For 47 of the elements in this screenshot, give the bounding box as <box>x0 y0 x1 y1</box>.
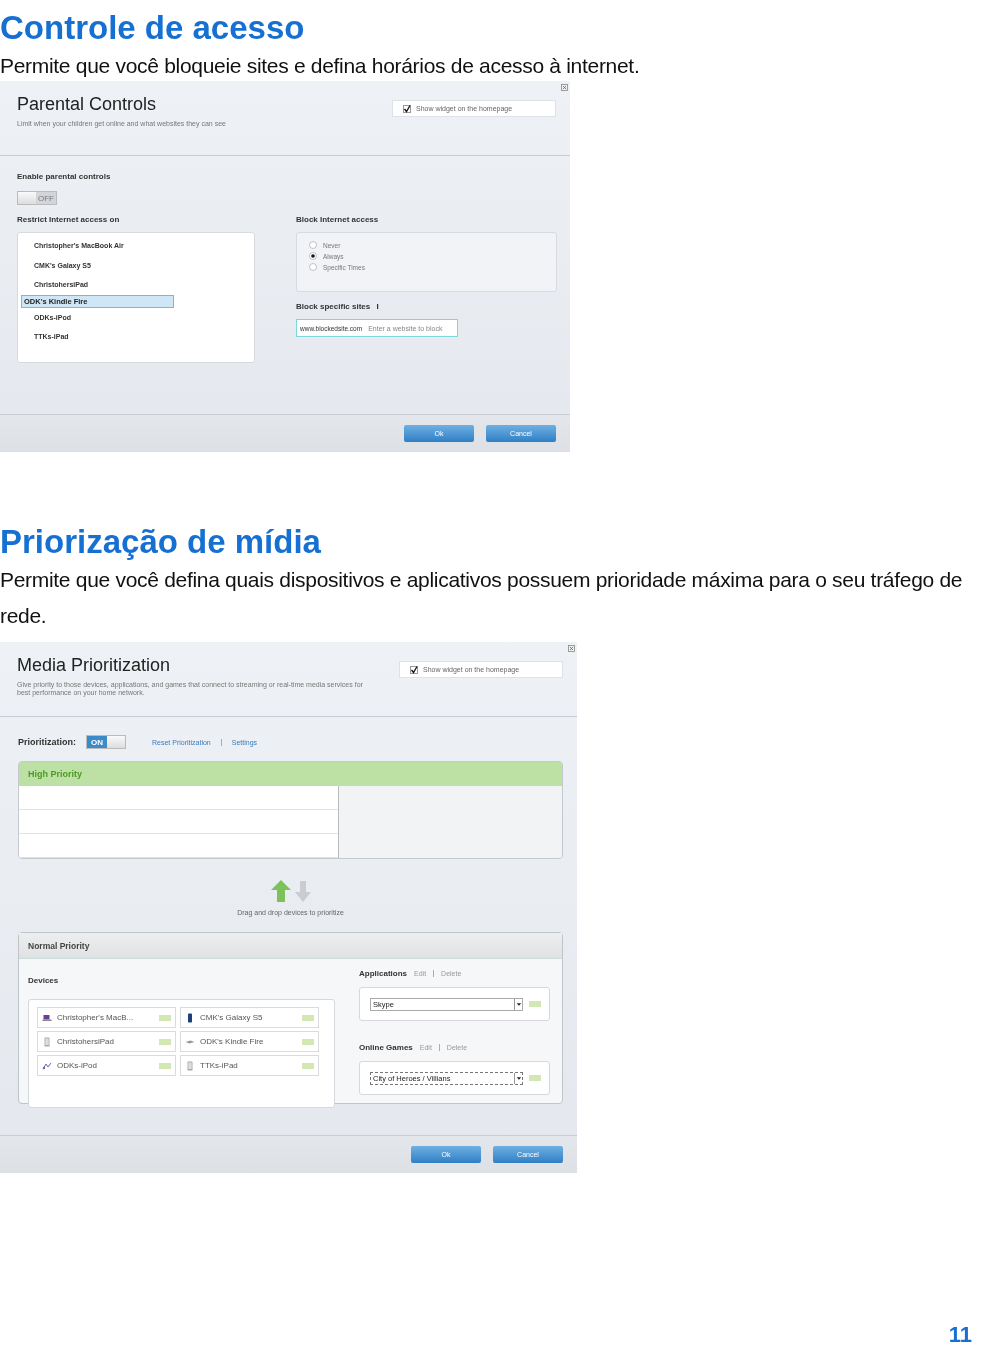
field-label: Block Internet access <box>296 215 380 224</box>
device-tile[interactable]: CMK's Galaxy S5 <box>180 1007 319 1028</box>
device-tile[interactable]: TTKs-iPad <box>180 1055 319 1076</box>
section-label: Online Games <box>359 1043 413 1052</box>
caret-icon <box>514 998 522 1010</box>
drag-handle-icon[interactable] <box>159 1014 171 1021</box>
close-icon[interactable] <box>568 645 575 652</box>
tablet-icon <box>185 1060 195 1071</box>
drag-handle-icon[interactable] <box>159 1038 171 1045</box>
drag-handle-icon[interactable] <box>302 1014 314 1021</box>
phone-icon <box>185 1012 195 1023</box>
device-tile[interactable]: Christopher's MacB... <box>37 1007 176 1028</box>
field-label: Block specific sites <box>296 302 371 311</box>
drag-handle-icon[interactable] <box>302 1038 314 1045</box>
drag-handle-icon[interactable] <box>529 1001 541 1007</box>
field-label: Restrict Internet access on <box>17 215 121 224</box>
section-description: Permite que você bloqueie sites e defina horários de acesso à internet. <box>0 53 641 79</box>
section-description: Permite que você defina quais dispositivos e aplicativos possuem prioridade máxima para o seu tráfego de rede. <box>0 567 964 629</box>
panel-header: Normal Priority <box>28 940 90 951</box>
device-tile[interactable]: ODKs-iPod <box>37 1055 176 1076</box>
toggle-switch[interactable]: ON <box>86 735 126 749</box>
drag-handle-icon[interactable] <box>529 1075 541 1081</box>
panel-header: High Priority <box>28 769 82 779</box>
radio-button[interactable] <box>309 252 317 260</box>
drag-handle-icon[interactable] <box>159 1062 171 1069</box>
section-heading: Priorização de mídia <box>0 522 322 562</box>
page-number: 11 <box>948 1322 972 1347</box>
close-icon[interactable] <box>561 84 568 91</box>
field-label: Enable parental controls <box>17 172 112 181</box>
laptop-icon <box>42 1012 52 1023</box>
checkbox[interactable] <box>403 104 411 113</box>
panel-title: Parental Controls <box>17 93 158 115</box>
field-label: Prioritization: <box>18 737 76 747</box>
caret-icon <box>514 1072 522 1084</box>
radio-button[interactable] <box>309 241 317 249</box>
drag-handle-icon[interactable] <box>302 1062 314 1069</box>
radio-button[interactable] <box>309 263 317 271</box>
section-label: Devices <box>28 976 59 985</box>
info-icon[interactable] <box>376 303 380 310</box>
tablet-icon <box>42 1036 52 1047</box>
panel-title: Media Prioritization <box>17 654 172 676</box>
section-label: Applications <box>359 969 407 978</box>
section-heading: Controle de acesso <box>0 8 306 48</box>
device-tile[interactable]: ODK's Kindle Fire <box>180 1031 319 1052</box>
checkbox[interactable] <box>410 665 418 674</box>
media-player-icon <box>42 1060 52 1071</box>
device-tile[interactable]: ChristohersiPad <box>37 1031 176 1052</box>
